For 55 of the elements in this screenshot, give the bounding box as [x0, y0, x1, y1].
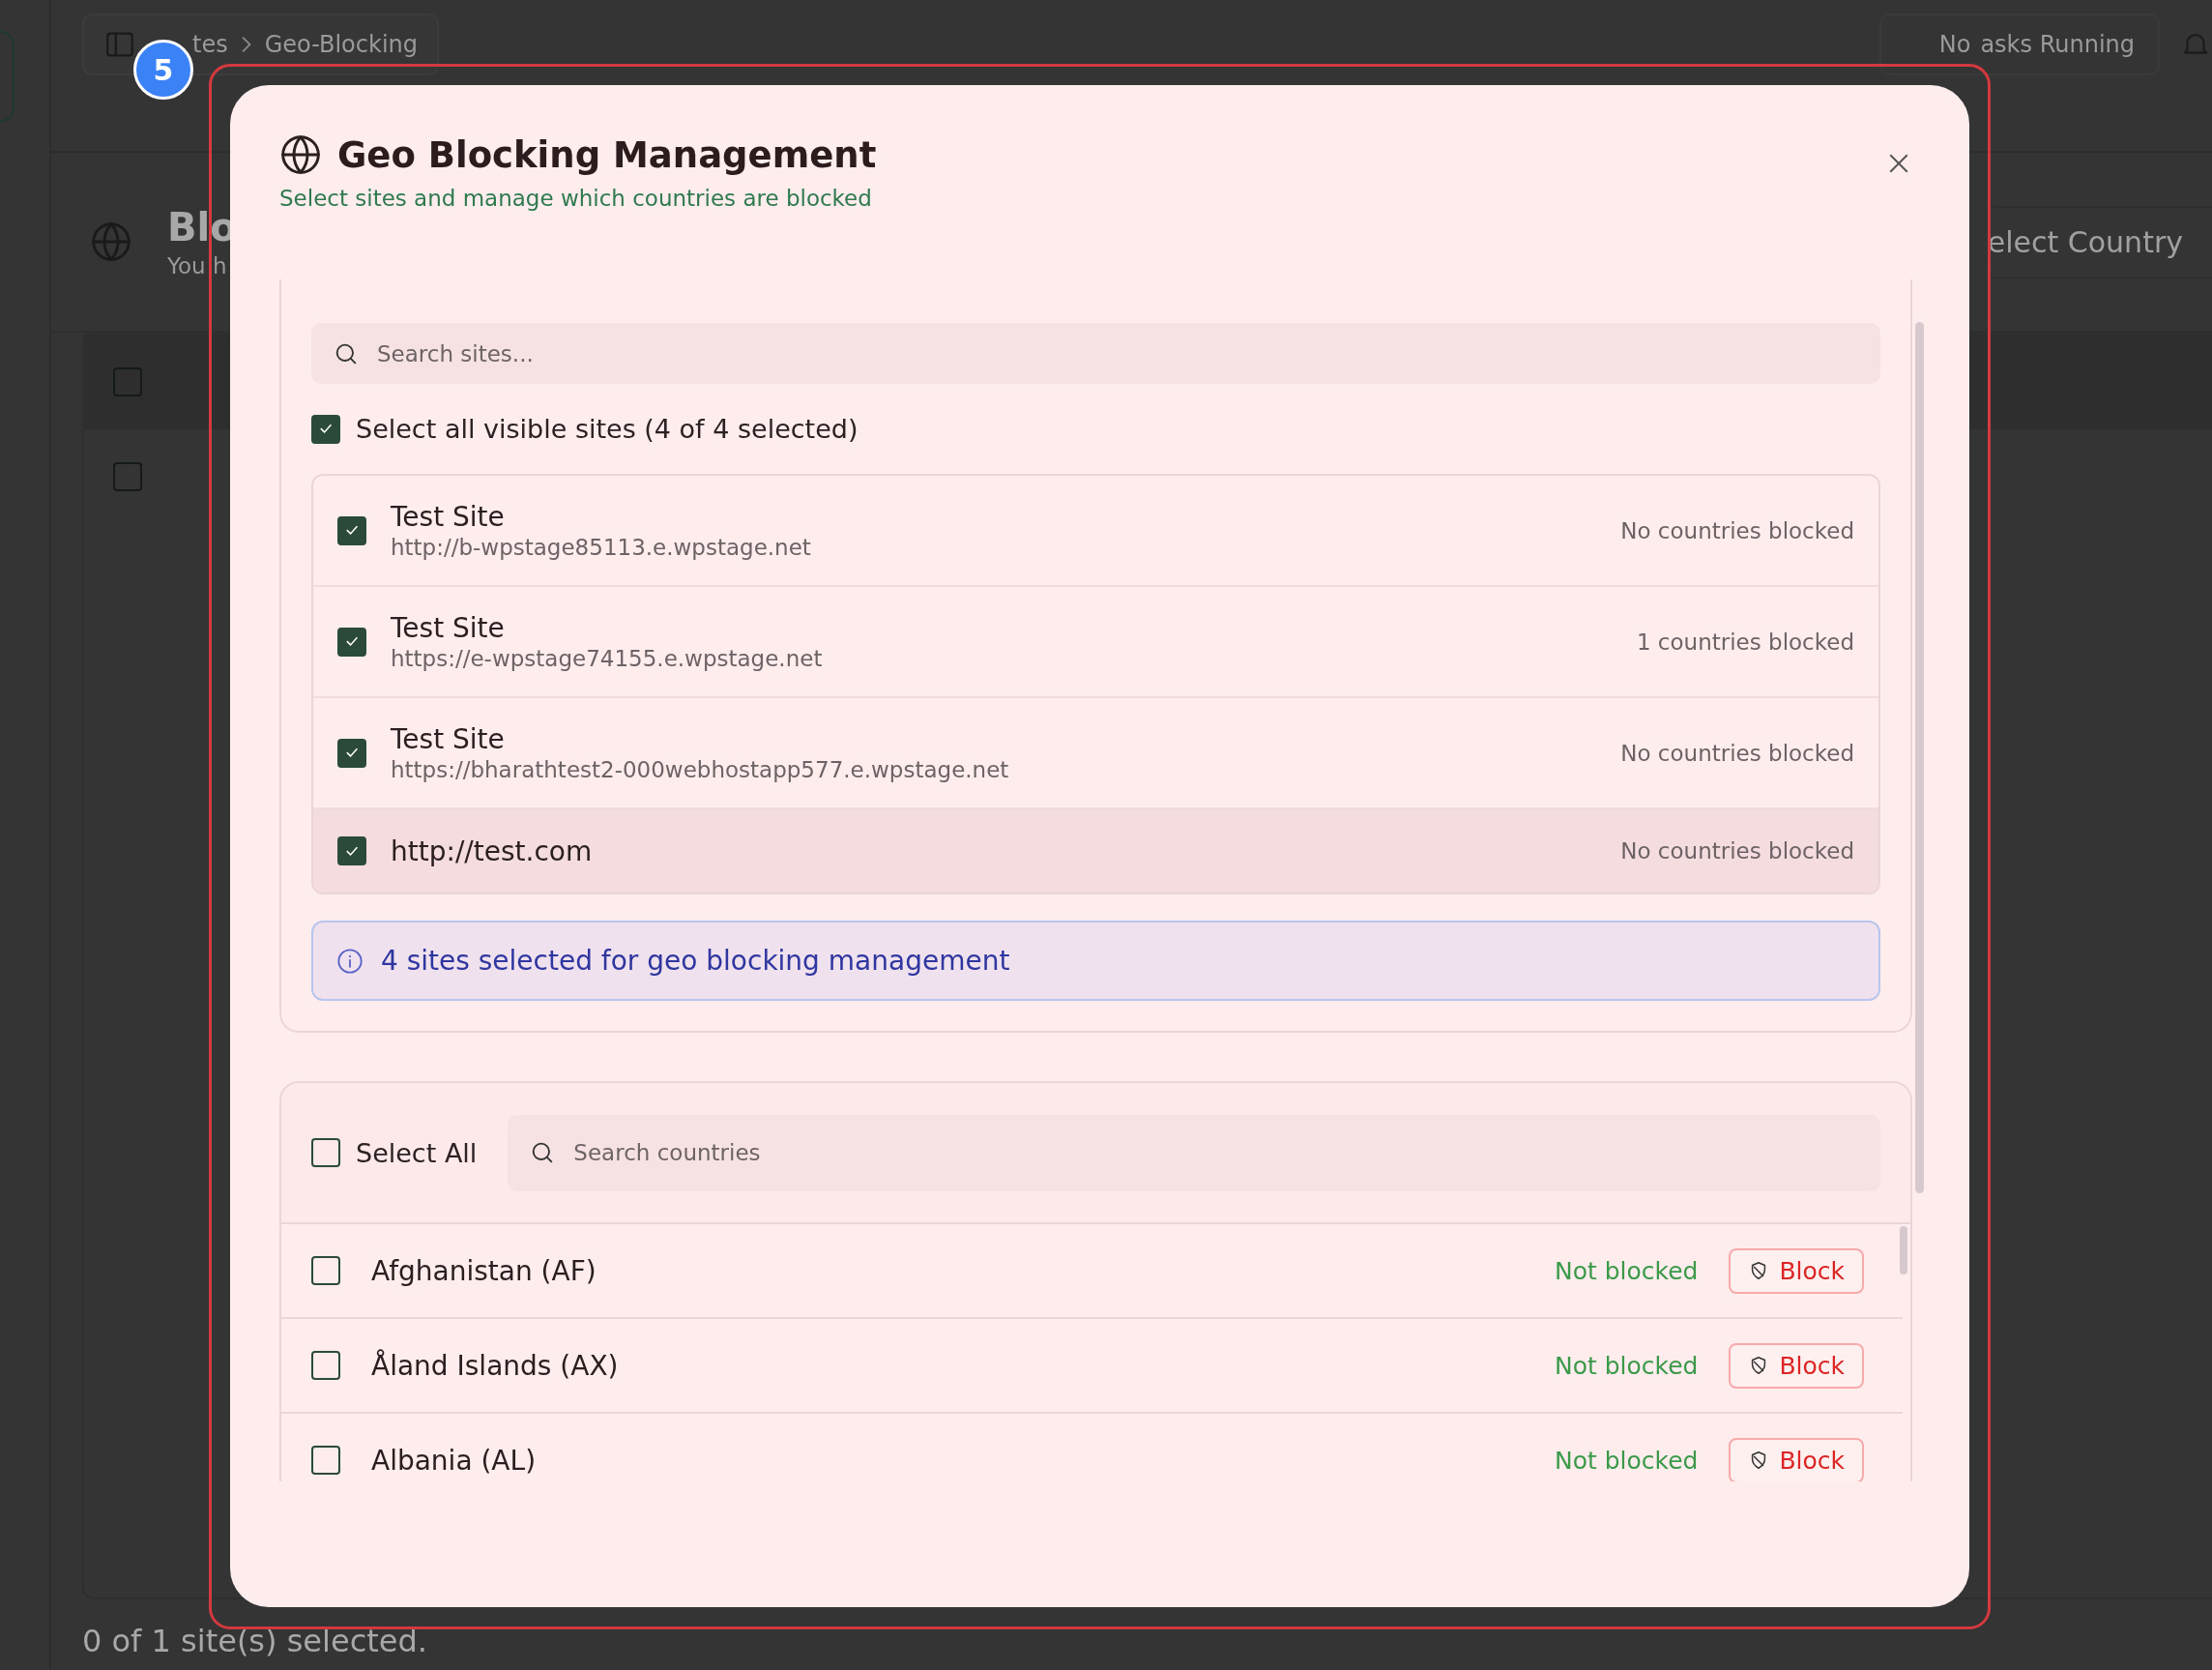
breadcrumb-link[interactable]: tes	[192, 31, 228, 58]
chevron-icon	[241, 37, 251, 52]
site-name: Test Site	[391, 501, 506, 533]
block-status: Not blocked	[1554, 1446, 1699, 1475]
site-name: http://test.com	[391, 835, 594, 867]
dialog-subtitle: Select sites and manage which countries are blocked	[279, 186, 873, 211]
block-status: Not blocked	[1554, 1351, 1699, 1380]
scrollbar-thumb[interactable]	[1900, 1226, 1907, 1274]
selection-count: 0 of 1 site(s) selected.	[81, 1622, 428, 1659]
site-name: Test Site	[391, 723, 506, 755]
search-field[interactable]: Search sites...	[311, 323, 1880, 384]
site-row[interactable]: Test Site https://e-wpstage74155.e.wpstage.net 1 countries blocked	[313, 587, 1878, 698]
checkbox[interactable]	[337, 515, 366, 545]
site-url: https://e-wpstage74155.e.wpstage.net	[391, 646, 824, 671]
breadcrumb-link[interactable]: Geo-Blocking	[264, 31, 418, 58]
tasks-text: asks Running	[1980, 31, 2135, 58]
site-row[interactable]: http://test.com No countries blocked	[313, 809, 1878, 893]
block-status: No countries blocked	[1620, 740, 1854, 766]
country-select[interactable]: elect Country	[1987, 205, 2212, 278]
block-status: No countries blocked	[1620, 517, 1854, 543]
page-subtitle: You h	[167, 253, 228, 278]
checkbox[interactable]	[113, 462, 142, 491]
checkbox[interactable]	[311, 1138, 340, 1167]
site-url: https://bharathtest2-000webhostapp577.e.wpstage.net	[391, 757, 1010, 782]
checkbox[interactable]	[337, 627, 366, 657]
country-name: Albania (AL)	[371, 1444, 538, 1477]
checkbox[interactable]	[311, 1256, 340, 1285]
country-name: Afghanistan (AF)	[371, 1254, 597, 1287]
tasks-text: No	[1938, 31, 1971, 58]
checkbox-label: Select all visible sites (4 of 4 selected)	[356, 414, 859, 444]
scrollbar-thumb[interactable]	[1915, 322, 1924, 1193]
step-badge: 5	[133, 40, 193, 100]
block-status: Not blocked	[1554, 1256, 1699, 1285]
block-status: No countries blocked	[1620, 838, 1854, 864]
site-url: http://b-wpstage85113.e.wpstage.net	[391, 535, 812, 560]
country-name: Åland Islands (AX)	[371, 1349, 620, 1382]
checkbox[interactable]	[337, 836, 366, 865]
site-name: Test Site	[391, 612, 506, 644]
checkbox[interactable]	[311, 414, 340, 444]
dialog-title: Geo Blocking Management	[337, 133, 877, 176]
search-field[interactable]: Search countries	[508, 1114, 1880, 1191]
checkbox[interactable]	[311, 1446, 340, 1475]
checkbox[interactable]	[311, 1351, 340, 1380]
block-button[interactable]: Block	[1729, 1437, 1864, 1481]
checkbox[interactable]	[113, 367, 142, 396]
info-icon	[336, 947, 364, 975]
site-row[interactable]: Test Site http://b-wpstage85113.e.wpstage.net No countries blocked	[313, 476, 1878, 587]
globe-icon	[90, 220, 132, 263]
block-button[interactable]: Block	[1729, 1247, 1864, 1294]
info-text: 4 sites selected for geo blocking management	[381, 945, 1010, 977]
block-button[interactable]: Block	[1729, 1342, 1864, 1389]
checkbox[interactable]	[337, 738, 366, 768]
globe-icon	[279, 133, 322, 176]
checkbox-label: Select All	[356, 1137, 478, 1168]
block-status: 1 countries blocked	[1636, 629, 1854, 655]
